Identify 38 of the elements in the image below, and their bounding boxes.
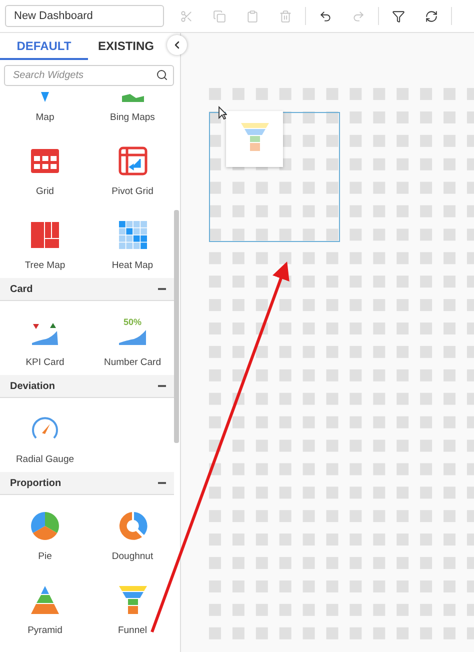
- doughnut-chart-icon: [118, 511, 148, 541]
- search-field[interactable]: Search Widgets: [4, 65, 174, 86]
- widget-label[interactable]: Tree Map: [24, 260, 66, 272]
- pie-chart-icon: [30, 511, 60, 541]
- widget-label[interactable]: Pivot Grid: [112, 186, 154, 198]
- grid-icon: [30, 146, 60, 176]
- widget-label[interactable]: Pie: [38, 551, 52, 563]
- tree-map-icon: [30, 220, 60, 250]
- widget-label[interactable]: Radial Gauge: [16, 454, 74, 466]
- widget-label[interactable]: Doughnut: [112, 551, 154, 563]
- funnel-chart-icon: [118, 585, 148, 615]
- pivot-grid-icon: [118, 146, 148, 176]
- pyramid-chart-icon: [30, 585, 60, 615]
- collapse-button[interactable]: [167, 35, 187, 55]
- tab[interactable]: DEFAULT: [0, 33, 88, 60]
- widget-label[interactable]: KPI Card: [26, 357, 64, 369]
- section-header[interactable]: Card: [0, 278, 174, 301]
- dashboard-name-field[interactable]: New Dashboard: [5, 5, 164, 27]
- search-icon[interactable]: [156, 69, 168, 81]
- widget-label[interactable]: Map: [36, 112, 54, 124]
- percent-text: 50%: [123, 317, 142, 328]
- widget-label[interactable]: Pyramid: [28, 625, 62, 637]
- heat-map-icon: [118, 220, 148, 250]
- section-title: Proportion: [10, 478, 62, 488]
- widget-label[interactable]: Bing Maps: [110, 112, 155, 124]
- widget-label[interactable]: Number Card: [104, 357, 162, 369]
- scrollbar-thumb[interactable]: [174, 210, 179, 443]
- funnel-chart-icon: [240, 122, 270, 152]
- map-pin-icon: [41, 92, 49, 102]
- section-title: Deviation: [10, 380, 56, 392]
- section-title: Card: [10, 284, 33, 294]
- map-icon: [122, 94, 144, 102]
- widget-label[interactable]: Grid: [36, 186, 54, 198]
- widget-label[interactable]: Funnel: [118, 625, 148, 637]
- section-header[interactable]: Proportion: [0, 472, 174, 495]
- section-header[interactable]: Deviation: [0, 375, 174, 398]
- tab[interactable]: EXISTING: [88, 33, 164, 60]
- widget-label[interactable]: Heat Map: [112, 260, 154, 272]
